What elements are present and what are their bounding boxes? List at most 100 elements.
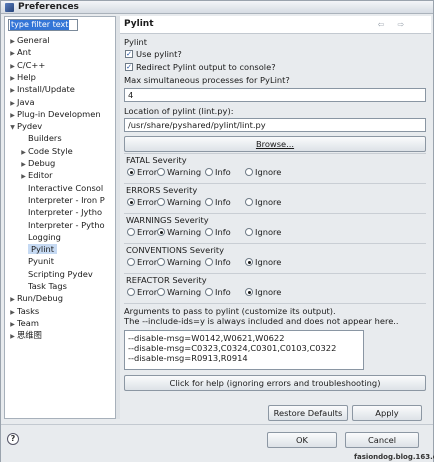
collapsed-arrow-icon[interactable]: ▶ bbox=[19, 159, 28, 169]
help-troubleshooting-button[interactable]: Click for help (ignoring errors and trou… bbox=[124, 375, 426, 391]
radio-dot[interactable] bbox=[127, 198, 135, 206]
radio-dot[interactable] bbox=[205, 198, 213, 206]
tree-item[interactable]: ▶ Java bbox=[8, 96, 34, 108]
max-processes-input[interactable]: 4 bbox=[124, 88, 426, 102]
browse-button[interactable]: Browse... bbox=[124, 136, 426, 152]
radio-dot[interactable] bbox=[127, 288, 135, 296]
collapsed-arrow-icon[interactable]: ▶ bbox=[8, 110, 17, 120]
radio-error[interactable]: Error bbox=[127, 167, 157, 178]
tree-item[interactable]: Task Tags bbox=[19, 280, 67, 292]
radio-ignore[interactable]: Ignore bbox=[245, 167, 281, 178]
radio-dot[interactable] bbox=[205, 168, 213, 176]
expanded-arrow-icon[interactable]: ▼ bbox=[8, 122, 17, 132]
tree-item[interactable]: ▶ Tasks bbox=[8, 305, 39, 317]
radio-error[interactable]: Error bbox=[127, 257, 157, 268]
tree-item[interactable]: Interactive Consol bbox=[19, 182, 103, 194]
severity-group: REFACTOR Severity Error Warning Info Ignore bbox=[124, 275, 426, 302]
collapsed-arrow-icon[interactable]: ▶ bbox=[19, 171, 28, 181]
redirect-output-checkbox[interactable]: ✓ bbox=[125, 63, 133, 71]
radio-dot[interactable] bbox=[245, 168, 253, 176]
tree-item[interactable]: Pyunit bbox=[19, 255, 54, 267]
arguments-label: Arguments to pass to pylint (customize i… bbox=[124, 306, 336, 316]
tree-item[interactable]: ▶ Team bbox=[8, 317, 39, 329]
radio-dot[interactable] bbox=[245, 258, 253, 266]
radio-dot[interactable] bbox=[245, 288, 253, 296]
radio-ignore[interactable]: Ignore bbox=[245, 287, 281, 298]
tree-item[interactable]: Scripting Pydev bbox=[19, 268, 93, 280]
collapsed-arrow-icon[interactable]: ▶ bbox=[8, 98, 17, 108]
tree-item[interactable]: ▶ Debug bbox=[19, 157, 55, 169]
tree-item[interactable]: ▶ Editor bbox=[19, 169, 52, 181]
radio-dot[interactable] bbox=[245, 198, 253, 206]
tree-item[interactable]: ▶ Ant bbox=[8, 46, 31, 58]
tree-item[interactable]: Interpreter - Jytho bbox=[19, 206, 102, 218]
radio-dot[interactable] bbox=[157, 168, 165, 176]
radio-error[interactable]: Error bbox=[127, 197, 157, 208]
radio-dot[interactable] bbox=[127, 168, 135, 176]
collapsed-arrow-icon[interactable]: ▶ bbox=[8, 61, 17, 71]
tree-item[interactable]: ▶ General bbox=[8, 34, 50, 46]
collapsed-arrow-icon[interactable]: ▶ bbox=[8, 85, 17, 95]
tree-item[interactable]: Interpreter - Iron P bbox=[19, 194, 105, 206]
tree-item[interactable]: ▶ Code Style bbox=[19, 145, 73, 157]
radio-ignore[interactable]: Ignore bbox=[245, 227, 281, 238]
collapsed-arrow-icon[interactable]: ▶ bbox=[8, 319, 17, 329]
radio-dot[interactable] bbox=[127, 258, 135, 266]
radio-warning[interactable]: Warning bbox=[157, 197, 201, 208]
tree-item[interactable]: ▼ Pydev bbox=[8, 120, 42, 132]
restore-defaults-button[interactable]: Restore Defaults bbox=[268, 405, 348, 421]
radio-dot[interactable] bbox=[205, 258, 213, 266]
radio-info[interactable]: Info bbox=[205, 287, 231, 298]
back-arrow-icon[interactable]: ⇦ bbox=[374, 19, 388, 30]
arguments-textarea[interactable]: --disable-msg=W0142,W0621,W0622 --disabl… bbox=[124, 330, 364, 370]
radio-warning[interactable]: Warning bbox=[157, 227, 201, 238]
radio-dot[interactable] bbox=[157, 198, 165, 206]
radio-dot[interactable] bbox=[157, 228, 165, 236]
tree-item[interactable]: Builders bbox=[19, 132, 62, 144]
collapsed-arrow-icon[interactable]: ▶ bbox=[8, 36, 17, 46]
collapsed-arrow-icon[interactable]: ▶ bbox=[8, 48, 17, 58]
tree-item[interactable]: Pylint bbox=[19, 243, 58, 255]
radio-info[interactable]: Info bbox=[205, 167, 231, 178]
window-title: Preferences bbox=[18, 2, 79, 12]
collapsed-arrow-icon[interactable]: ▶ bbox=[8, 307, 17, 317]
collapsed-arrow-icon[interactable]: ▶ bbox=[19, 147, 28, 157]
radio-dot[interactable] bbox=[157, 288, 165, 296]
tree-item-label: General bbox=[17, 35, 50, 45]
tree-item[interactable]: ▶ Plug-in Developmen bbox=[8, 108, 100, 120]
radio-warning[interactable]: Warning bbox=[157, 287, 201, 298]
help-icon[interactable]: ? bbox=[7, 433, 19, 445]
use-pylint-checkbox[interactable]: ✓ bbox=[125, 50, 133, 58]
radio-warning[interactable]: Warning bbox=[157, 257, 201, 268]
radio-dot[interactable] bbox=[205, 228, 213, 236]
radio-ignore[interactable]: Ignore bbox=[245, 257, 281, 268]
radio-error[interactable]: Error bbox=[127, 287, 157, 298]
radio-ignore[interactable]: Ignore bbox=[245, 197, 281, 208]
tree-item[interactable]: ▶ C/C++ bbox=[8, 59, 45, 71]
tree-item[interactable]: Interpreter - Pytho bbox=[19, 219, 105, 231]
collapsed-arrow-icon[interactable]: ▶ bbox=[8, 331, 17, 341]
collapsed-arrow-icon[interactable]: ▶ bbox=[8, 294, 17, 304]
ok-button[interactable]: OK bbox=[267, 432, 337, 448]
forward-arrow-icon[interactable]: ⇨ bbox=[394, 19, 408, 30]
radio-warning[interactable]: Warning bbox=[157, 167, 201, 178]
radio-dot[interactable] bbox=[245, 228, 253, 236]
collapsed-arrow-icon[interactable]: ▶ bbox=[8, 73, 17, 83]
filter-input[interactable]: type filter text bbox=[8, 19, 78, 31]
radio-dot[interactable] bbox=[127, 228, 135, 236]
dialog-button-bar: ? OK Cancel fasiondog.blog.163.com bbox=[1, 424, 434, 462]
location-input[interactable]: /usr/share/pyshared/pylint/lint.py bbox=[124, 118, 426, 132]
radio-error[interactable]: Error bbox=[127, 227, 157, 238]
radio-dot[interactable] bbox=[157, 258, 165, 266]
radio-info[interactable]: Info bbox=[205, 197, 231, 208]
cancel-button[interactable]: Cancel bbox=[345, 432, 419, 448]
tree-item[interactable]: ▶ Install/Update bbox=[8, 83, 75, 95]
tree-item[interactable]: ▶ Run/Debug bbox=[8, 292, 63, 304]
tree-item[interactable]: Logging bbox=[19, 231, 61, 243]
radio-info[interactable]: Info bbox=[205, 257, 231, 268]
tree-item[interactable]: ▶ Help bbox=[8, 71, 36, 83]
radio-dot[interactable] bbox=[205, 288, 213, 296]
apply-button[interactable]: Apply bbox=[352, 405, 422, 421]
radio-info[interactable]: Info bbox=[205, 227, 231, 238]
tree-item[interactable]: ▶ 思维图 bbox=[8, 329, 42, 341]
